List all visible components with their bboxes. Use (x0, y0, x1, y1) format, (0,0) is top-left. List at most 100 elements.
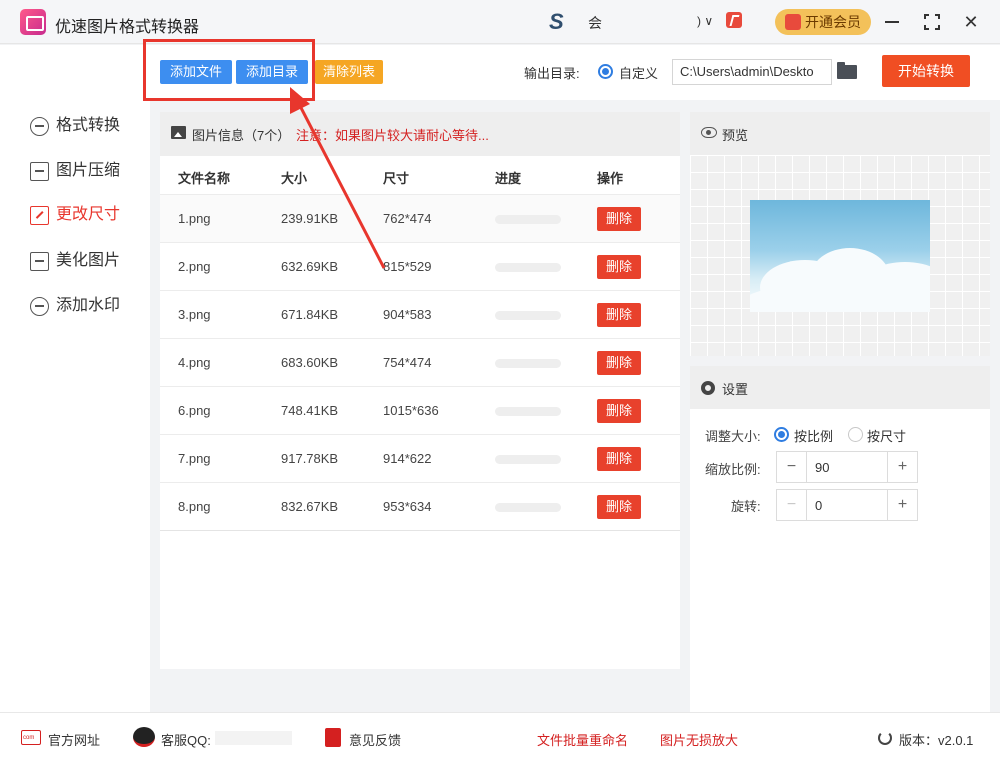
vip-label: 开通会员 (805, 14, 861, 30)
delete-button[interactable]: 删除 (597, 255, 641, 279)
progress-bar (495, 407, 561, 416)
website-link[interactable]: 官方网址 (48, 730, 100, 749)
column-header-size: 大小 (281, 171, 308, 186)
table-row[interactable]: 3.png 671.84KB 904*583 删除 (160, 290, 680, 338)
footer: 官方网址 客服QQ: 意见反馈 文件批量重命名 图片无损放大 版本：v2.0.1 (0, 712, 1000, 760)
sidebar-item-watermark[interactable]: 添加水印 (30, 294, 120, 318)
lossless-enlarge-link[interactable]: 图片无损放大 (660, 730, 738, 749)
delete-button[interactable]: 删除 (597, 303, 641, 327)
file-dims: 953*634 (383, 499, 432, 514)
file-list-title: 图片信息（7个） (192, 128, 291, 143)
sidebar-item-resize[interactable]: 更改尺寸 (30, 203, 120, 227)
clear-list-button[interactable]: 清除列表 (315, 60, 383, 84)
refresh-icon (878, 731, 892, 745)
rotate-stepper[interactable]: − 0 + (776, 489, 918, 521)
highlight-box (143, 39, 315, 101)
qq-label[interactable]: 客服QQ: (161, 730, 211, 749)
file-name: 4.png (178, 355, 211, 370)
delete-button[interactable]: 删除 (597, 399, 641, 423)
file-dims: 754*474 (383, 355, 432, 370)
table-row[interactable]: 2.png 632.69KB 815*529 删除 (160, 242, 680, 290)
start-convert-button[interactable]: 开始转换 (882, 55, 970, 87)
scale-minus-button[interactable]: − (777, 452, 807, 482)
minimize-button[interactable] (881, 11, 903, 33)
file-dims: 1015*636 (383, 403, 439, 418)
vip-icon (785, 14, 801, 30)
file-name: 7.png (178, 451, 211, 466)
beautify-icon (30, 252, 49, 271)
resize-ratio-label: 按比例 (794, 429, 834, 444)
table-row[interactable]: 7.png 917.78KB 914*622 删除 (160, 434, 680, 482)
progress-bar (495, 359, 561, 368)
folder-icon[interactable] (837, 62, 857, 79)
sidebar: 格式转换 图片压缩 更改尺寸 美化图片 添加水印 (0, 100, 150, 712)
table-row[interactable]: 1.png 239.91KB 762*474 删除 (160, 194, 680, 242)
app-logo-icon (20, 9, 46, 35)
file-list-notice: 注意：如果图片较大请耐心等待... (296, 128, 489, 143)
image-icon (171, 126, 186, 139)
file-size: 683.60KB (281, 355, 339, 370)
delete-button[interactable]: 删除 (597, 495, 641, 519)
file-name: 3.png (178, 307, 211, 322)
user-badge-icon[interactable] (726, 12, 742, 28)
progress-bar (495, 215, 561, 224)
account-dropdown[interactable]: ) ∨ (697, 14, 713, 28)
file-size: 632.69KB (281, 259, 339, 274)
file-size: 671.84KB (281, 307, 339, 322)
file-name: 1.png (178, 211, 211, 226)
file-name: 6.png (178, 403, 211, 418)
resize-ratio-radio[interactable] (774, 427, 789, 442)
file-list-header: 图片信息（7个） 注意：如果图片较大请耐心等待... (160, 112, 680, 156)
file-dims: 762*474 (383, 211, 432, 226)
column-header-action: 操作 (597, 171, 624, 186)
watermark-icon (30, 297, 49, 316)
sidebar-item-label: 添加水印 (56, 297, 121, 314)
rotate-plus-button[interactable]: + (887, 490, 917, 520)
app-title: 优速图片格式转换器 (55, 19, 200, 36)
table-row[interactable]: 6.png 748.41KB 1015*636 删除 (160, 386, 680, 434)
preview-header: 预览 (690, 112, 990, 155)
output-path-input[interactable]: C:\Users\admin\Deskto (672, 59, 832, 85)
progress-bar (495, 311, 561, 320)
table-row[interactable]: 4.png 683.60KB 754*474 删除 (160, 338, 680, 386)
feedback-link[interactable]: 意见反馈 (349, 730, 401, 749)
vip-button[interactable]: 开通会员 (775, 9, 871, 35)
scale-plus-button[interactable]: + (887, 452, 917, 482)
sidebar-item-format-convert[interactable]: 格式转换 (30, 114, 120, 138)
batch-rename-link[interactable]: 文件批量重命名 (537, 730, 628, 749)
file-list-panel: 图片信息（7个） 注意：如果图片较大请耐心等待... 文件名称 大小 尺寸 进度… (160, 112, 680, 669)
file-name: 8.png (178, 499, 211, 514)
column-header-dims: 尺寸 (383, 171, 410, 186)
resize-size-radio[interactable] (848, 427, 863, 442)
close-button[interactable]: ✕ (960, 11, 982, 33)
close-icon: ✕ (963, 12, 979, 32)
header-text: 会 (588, 15, 602, 31)
preview-panel: 预览 (690, 112, 990, 356)
scale-stepper[interactable]: − 90 + (776, 451, 918, 483)
output-custom-radio[interactable] (598, 64, 613, 79)
compress-icon (30, 162, 49, 181)
table-row[interactable]: 8.png 832.67KB 953*634 删除 (160, 482, 680, 530)
settings-title: 设置 (722, 382, 749, 397)
rotate-minus-button[interactable]: − (777, 490, 807, 520)
progress-bar (495, 455, 561, 464)
delete-button[interactable]: 删除 (597, 207, 641, 231)
resize-size-label: 按尺寸 (867, 429, 907, 444)
file-size: 748.41KB (281, 403, 339, 418)
delete-button[interactable]: 删除 (597, 351, 641, 375)
maximize-button[interactable] (921, 11, 943, 33)
feedback-icon (325, 728, 341, 747)
delete-button[interactable]: 删除 (597, 447, 641, 471)
scale-value[interactable]: 90 (815, 460, 829, 475)
sidebar-item-beautify[interactable]: 美化图片 (30, 249, 120, 273)
progress-bar (495, 263, 561, 272)
column-header-progress: 进度 (495, 171, 522, 186)
website-icon (21, 730, 41, 745)
file-size: 917.78KB (281, 451, 339, 466)
rotate-value[interactable]: 0 (815, 498, 822, 513)
preview-canvas (690, 155, 990, 356)
sidebar-item-compress[interactable]: 图片压缩 (30, 159, 120, 183)
title-bar: 优速图片格式转换器 S 会 ) ∨ 开通会员 ✕ (0, 0, 1000, 44)
file-size: 239.91KB (281, 211, 339, 226)
list-divider (160, 530, 680, 531)
